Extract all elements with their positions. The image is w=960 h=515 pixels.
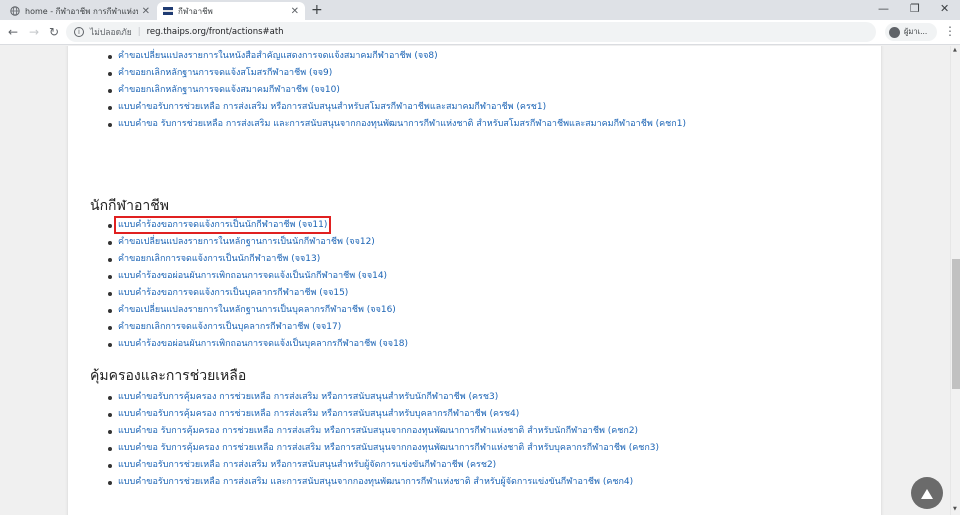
list-item: แบบคำร้องขอการจดแจ้งการเป็นนักกีฬาอาชีพ … — [106, 216, 408, 234]
forward-button[interactable]: → — [29, 25, 39, 39]
tab-title: กีฬาอาชีพ — [178, 6, 213, 16]
minimize-button[interactable]: — — [878, 2, 889, 16]
list-item: คำขอยกเลิกหลักฐานการจดแจ้งสโมสรกีฬาอาชีพ… — [106, 65, 686, 82]
form-link[interactable]: คำขอยกเลิกการจดแจ้งการเป็นบุคลากรกีฬาอาช… — [118, 322, 341, 332]
form-link[interactable]: แบบคำขอ รับการช่วยเหลือ การส่งเสริม และก… — [118, 119, 686, 129]
profile-label: ผู้มาเ... — [904, 27, 928, 36]
form-link[interactable]: แบบคำร้องขอผ่อนผันการเพิกถอนการจดแจ้งเป็… — [118, 339, 408, 349]
list-item: แบบคำขอรับการช่วยเหลือ การส่งเสริม หรือก… — [106, 99, 686, 116]
profile-button[interactable]: ผู้มาเ... — [885, 23, 937, 41]
list-item: แบบคำร้องขอการจดแจ้งการเป็นบุคลากรกีฬาอา… — [106, 285, 408, 302]
form-link[interactable]: คำขอเปลี่ยนแปลงรายการในหลักฐานการเป็นนัก… — [118, 237, 375, 247]
list-item: คำขอยกเลิกการจดแจ้งการเป็นนักกีฬาอาชีพ (… — [106, 251, 408, 268]
avatar-icon — [889, 26, 900, 38]
list-item: แบบคำร้องขอผ่อนผันการเพิกถอนการจดแจ้งเป็… — [106, 336, 408, 353]
menu-icon[interactable]: ⋮ — [944, 24, 956, 38]
form-link[interactable]: แบบคำขอ รับการคุ้มครอง การช่วยเหลือ การส… — [118, 426, 638, 436]
info-icon[interactable]: i — [74, 27, 84, 37]
list-item: แบบคำขอ รับการคุ้มครอง การช่วยเหลือ การส… — [106, 440, 659, 457]
form-link[interactable]: แบบคำขอ รับการคุ้มครอง การช่วยเหลือ การส… — [118, 443, 659, 453]
protection-form-list: แบบคำขอรับการคุ้มครอง การช่วยเหลือ การส่… — [106, 389, 659, 491]
url-text[interactable]: reg.thaips.org/front/actions#ath — [147, 27, 284, 37]
security-status: ไม่ปลอดภัย — [90, 28, 132, 38]
globe-icon — [10, 6, 20, 16]
new-tab-button[interactable]: + — [311, 2, 323, 18]
browser-toolbar: ← → ↻ i ไม่ปลอดภัย | reg.thaips.org/fron… — [0, 20, 960, 45]
section-title-athlete: นักกีฬาอาชีพ — [90, 198, 169, 214]
form-link[interactable]: แบบคำขอรับการคุ้มครอง การช่วยเหลือ การส่… — [118, 392, 498, 402]
reload-button[interactable]: ↻ — [49, 25, 59, 39]
page-viewport: คำขอเปลี่ยนแปลงรายการในหนังสือสำคัญแสดงก… — [0, 46, 950, 515]
content-card: คำขอเปลี่ยนแปลงรายการในหนังสือสำคัญแสดงก… — [68, 46, 881, 515]
form-link[interactable]: คำขอยกเลิกหลักฐานการจดแจ้งสโมสรกีฬาอาชีพ… — [118, 68, 332, 78]
tab-strip: home - กีฬาอาชีพ การกีฬาแห่งประเทศไทย ✕ … — [0, 0, 960, 20]
form-link[interactable]: คำขอเปลี่ยนแปลงรายการในหลักฐานการเป็นบุค… — [118, 305, 396, 315]
form-link[interactable]: แบบคำร้องขอผ่อนผันการเพิกถอนการจดแจ้งเป็… — [118, 271, 387, 281]
form-link[interactable]: คำขอเปลี่ยนแปลงรายการในหนังสือสำคัญแสดงก… — [118, 51, 438, 61]
list-item: คำขอเปลี่ยนแปลงรายการในหนังสือสำคัญแสดงก… — [106, 48, 686, 65]
tab-close-icon[interactable]: ✕ — [291, 6, 299, 17]
close-window-button[interactable]: ✕ — [940, 2, 949, 16]
form-link[interactable]: แบบคำร้องขอการจดแจ้งการเป็นนักกีฬาอาชีพ … — [113, 216, 332, 234]
athlete-form-list: แบบคำร้องขอการจดแจ้งการเป็นนักกีฬาอาชีพ … — [106, 216, 408, 353]
tab-home[interactable]: home - กีฬาอาชีพ การกีฬาแห่งประเทศไทย ✕ — [4, 2, 156, 20]
site-logo-icon — [163, 6, 173, 16]
form-link[interactable]: แบบคำขอรับการช่วยเหลือ การส่งเสริม หรือก… — [118, 102, 546, 112]
form-link[interactable]: คำขอยกเลิกหลักฐานการจดแจ้งสมาคมกีฬาอาชีพ… — [118, 85, 340, 95]
list-item: คำขอยกเลิกหลักฐานการจดแจ้งสมาคมกีฬาอาชีพ… — [106, 82, 686, 99]
tab-active[interactable]: กีฬาอาชีพ ✕ — [157, 2, 305, 20]
scrollbar-thumb[interactable] — [952, 259, 960, 389]
list-item: คำขอยกเลิกการจดแจ้งการเป็นบุคลากรกีฬาอาช… — [106, 319, 408, 336]
club-form-list: คำขอเปลี่ยนแปลงรายการในหนังสือสำคัญแสดงก… — [106, 48, 686, 133]
list-item: คำขอเปลี่ยนแปลงรายการในหลักฐานการเป็นบุค… — [106, 302, 408, 319]
list-item: แบบคำร้องขอผ่อนผันการเพิกถอนการจดแจ้งเป็… — [106, 268, 408, 285]
tab-close-icon[interactable]: ✕ — [142, 6, 150, 17]
back-to-top-button[interactable] — [911, 477, 943, 509]
form-link[interactable]: แบบคำร้องขอการจดแจ้งการเป็นบุคลากรกีฬาอา… — [118, 288, 348, 298]
list-item: แบบคำขอ รับการคุ้มครอง การช่วยเหลือ การส… — [106, 423, 659, 440]
form-link[interactable]: คำขอยกเลิกการจดแจ้งการเป็นนักกีฬาอาชีพ (… — [118, 254, 320, 264]
section-title-protection: คุ้มครองและการช่วยเหลือ — [90, 368, 247, 384]
list-item: แบบคำขอ รับการช่วยเหลือ การส่งเสริม และก… — [106, 116, 686, 133]
list-item: แบบคำขอรับการช่วยเหลือ การส่งเสริม และกา… — [106, 474, 659, 491]
arrow-up-icon — [921, 484, 933, 503]
back-button[interactable]: ← — [8, 25, 18, 39]
tab-title: home - กีฬาอาชีพ การกีฬาแห่งประเทศไทย — [25, 6, 138, 16]
address-bar[interactable]: i ไม่ปลอดภัย | reg.thaips.org/front/acti… — [66, 22, 876, 42]
list-item: แบบคำขอรับการคุ้มครอง การช่วยเหลือ การส่… — [106, 406, 659, 423]
scroll-up-arrow-icon[interactable]: ▲ — [953, 47, 957, 53]
scroll-down-arrow-icon[interactable]: ▼ — [953, 506, 957, 512]
form-link[interactable]: แบบคำขอรับการช่วยเหลือ การส่งเสริม และกา… — [118, 477, 633, 487]
omnibox-divider: | — [137, 27, 141, 37]
list-item: แบบคำขอรับการช่วยเหลือ การส่งเสริม หรือก… — [106, 457, 659, 474]
form-link[interactable]: แบบคำขอรับการคุ้มครอง การช่วยเหลือ การส่… — [118, 409, 519, 419]
list-item: แบบคำขอรับการคุ้มครอง การช่วยเหลือ การส่… — [106, 389, 659, 406]
form-link[interactable]: แบบคำขอรับการช่วยเหลือ การส่งเสริม หรือก… — [118, 460, 496, 470]
restore-button[interactable]: ❐ — [910, 2, 920, 16]
list-item: คำขอเปลี่ยนแปลงรายการในหลักฐานการเป็นนัก… — [106, 234, 408, 251]
page-scrollbar[interactable]: ▲ ▼ — [950, 46, 960, 515]
